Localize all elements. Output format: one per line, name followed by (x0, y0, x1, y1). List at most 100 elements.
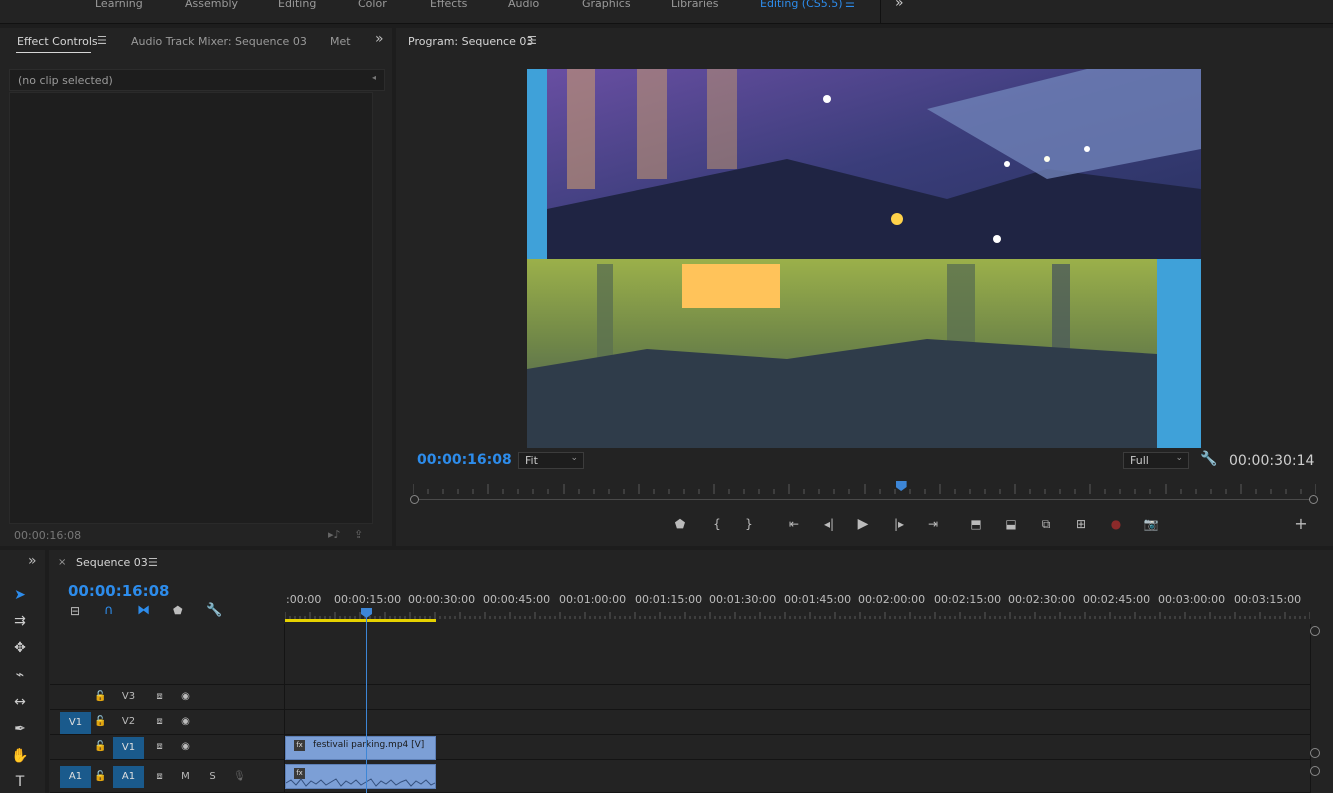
razor-tool-icon[interactable]: ⌁ (8, 664, 32, 686)
selection-tool-icon[interactable]: ➤ (8, 584, 32, 606)
tab-effect-controls[interactable]: Effect Controls (17, 35, 98, 48)
lock-icon[interactable]: 🔓 (85, 686, 116, 708)
resolution-value: Full (1130, 454, 1149, 467)
no-clip-label: (no clip selected) (18, 74, 113, 87)
play-audio-icon[interactable]: ▸♪ (328, 528, 341, 541)
scroll-handle-right[interactable] (1309, 495, 1318, 504)
hand-tool-icon[interactable]: ✋ (8, 745, 32, 767)
ruler-label: 00:00:15:00 (334, 593, 402, 606)
program-time-ruler[interactable] (412, 484, 1317, 494)
effect-controls-timecode: 00:00:16:08 (14, 529, 82, 542)
panel-menu-icon[interactable]: ☰ (148, 556, 158, 569)
close-icon[interactable]: × (58, 557, 66, 568)
track-name[interactable]: V2 (113, 711, 144, 733)
lock-icon[interactable]: 🔓 (85, 766, 116, 788)
type-tool-icon[interactable]: T (8, 771, 32, 793)
audio-clip[interactable]: fx (285, 764, 436, 789)
double-chevron-right-icon[interactable]: » (895, 0, 904, 11)
tab-metadata[interactable]: Met (330, 35, 351, 48)
panel-menu-icon[interactable]: ☰ (527, 34, 537, 47)
extract-icon[interactable]: ⬓ (1000, 515, 1022, 533)
pen-tool-icon[interactable]: ✒ (8, 718, 32, 740)
wrench-icon[interactable]: 🔧 (206, 603, 222, 618)
track-select-tool-icon[interactable]: ⇉ (8, 610, 32, 632)
lift-icon[interactable]: ⬒ (965, 515, 987, 533)
workspace-editing[interactable]: Editing (278, 0, 316, 10)
play-icon[interactable]: ▶ (852, 515, 874, 533)
sequence-tab[interactable]: Sequence 03 (76, 556, 148, 569)
export-icon[interactable]: ⇪ (354, 528, 363, 541)
lock-icon[interactable]: 🔓 (85, 736, 116, 758)
ruler-label: 00:02:45:00 (1083, 593, 1151, 606)
chevron-down-icon: ⌄ (570, 453, 578, 463)
workspace-assembly[interactable]: Assembly (185, 0, 238, 10)
audio-waveform (286, 778, 435, 787)
panel-menu-icon[interactable]: ☰ (97, 34, 107, 47)
scroll-handle-left[interactable] (410, 495, 419, 504)
ruler-label: 00:00:30:00 (408, 593, 476, 606)
workspace-bar: Learning Assembly Editing Color Effects … (0, 0, 1333, 24)
wrench-icon[interactable]: 🔧 (1200, 451, 1217, 467)
workspace-menu-icon[interactable]: ☰ (845, 0, 855, 10)
step-forward-icon[interactable]: |▸ (888, 515, 910, 533)
scrub-bar[interactable] (413, 499, 1316, 500)
program-duration: 00:00:30:14 (1229, 453, 1315, 469)
work-area-bar[interactable] (285, 619, 436, 622)
step-back-icon[interactable]: ◂| (818, 515, 840, 533)
add-marker-icon[interactable]: ⬟ (173, 604, 183, 617)
workspace-editing-cs55[interactable]: Editing (CS5.5) (760, 0, 843, 10)
timeline-playhead-line[interactable] (366, 616, 367, 793)
ripple-edit-tool-icon[interactable]: ✥ (8, 637, 32, 659)
mark-out-icon[interactable]: } (738, 515, 760, 533)
microphone-icon[interactable]: 🎙 (224, 766, 255, 788)
add-marker-icon[interactable]: ⬟ (669, 515, 691, 533)
timeline-timecode[interactable]: 00:00:16:08 (68, 582, 170, 600)
track-name[interactable]: A1 (113, 766, 144, 788)
record-icon[interactable]: ● (1105, 515, 1127, 533)
scroll-handle-bottom[interactable] (1310, 748, 1320, 758)
workspace-audio[interactable]: Audio (508, 0, 539, 10)
scroll-handle-audio[interactable] (1310, 766, 1320, 776)
eye-icon[interactable]: ◉ (170, 686, 201, 708)
clip-header: (no clip selected) ◂ (9, 69, 385, 91)
nest-sequence-icon[interactable]: ⊟ (70, 604, 80, 618)
track-name[interactable]: V1 (113, 737, 144, 759)
program-current-timecode[interactable]: 00:00:16:08 (417, 452, 512, 468)
lock-icon[interactable]: 🔓 (85, 711, 116, 733)
ruler-label: 00:02:30:00 (1008, 593, 1076, 606)
export-frame-compare-icon[interactable]: ⧉ (1035, 515, 1057, 533)
eye-icon[interactable]: ◉ (170, 736, 201, 758)
double-chevron-right-icon[interactable]: » (28, 553, 37, 569)
scroll-handle-top[interactable] (1310, 626, 1320, 636)
fit-dropdown[interactable]: Fit ⌄ (518, 452, 584, 469)
add-button-icon[interactable]: + (1290, 515, 1312, 533)
resolution-dropdown[interactable]: Full ⌄ (1123, 452, 1189, 469)
tab-audio-track-mixer[interactable]: Audio Track Mixer: Sequence 03 (131, 35, 307, 48)
ruler-label: 00:01:15:00 (635, 593, 703, 606)
track-v2: V1 🔓 V2 ⧈ ◉ (50, 711, 1310, 735)
workspace-learning[interactable]: Learning (95, 0, 143, 10)
timeline-empty-area (50, 624, 1310, 685)
ruler-label: 00:03:15:00 (1234, 593, 1302, 606)
workspace-graphics[interactable]: Graphics (582, 0, 631, 10)
multicam-icon[interactable]: ⊞ (1070, 515, 1092, 533)
workspace-effects[interactable]: Effects (430, 0, 467, 10)
track-name[interactable]: V3 (113, 686, 144, 708)
workspace-libraries[interactable]: Libraries (671, 0, 719, 10)
go-to-in-icon[interactable]: ⇤ (783, 515, 805, 533)
chevron-down-icon: ⌄ (1175, 453, 1183, 463)
video-clip[interactable]: fx festivali parking.mp4 [V] (285, 736, 436, 760)
workspace-color[interactable]: Color (358, 0, 387, 10)
double-chevron-right-icon[interactable]: » (375, 31, 384, 47)
snap-magnet-icon[interactable]: ∩ (104, 603, 114, 618)
ruler-label: 00:01:00:00 (559, 593, 627, 606)
collapse-icon[interactable]: ◂ (372, 73, 376, 82)
eye-icon[interactable]: ◉ (170, 711, 201, 733)
ruler-ticks (412, 484, 1317, 494)
go-to-out-icon[interactable]: ⇥ (922, 515, 944, 533)
linked-selection-icon[interactable]: ⧓ (137, 603, 150, 618)
camera-icon[interactable]: 📷 (1140, 515, 1162, 533)
slip-tool-icon[interactable]: ↔ (8, 691, 32, 713)
mark-in-icon[interactable]: { (706, 515, 728, 533)
video-frame-art (527, 69, 1201, 448)
